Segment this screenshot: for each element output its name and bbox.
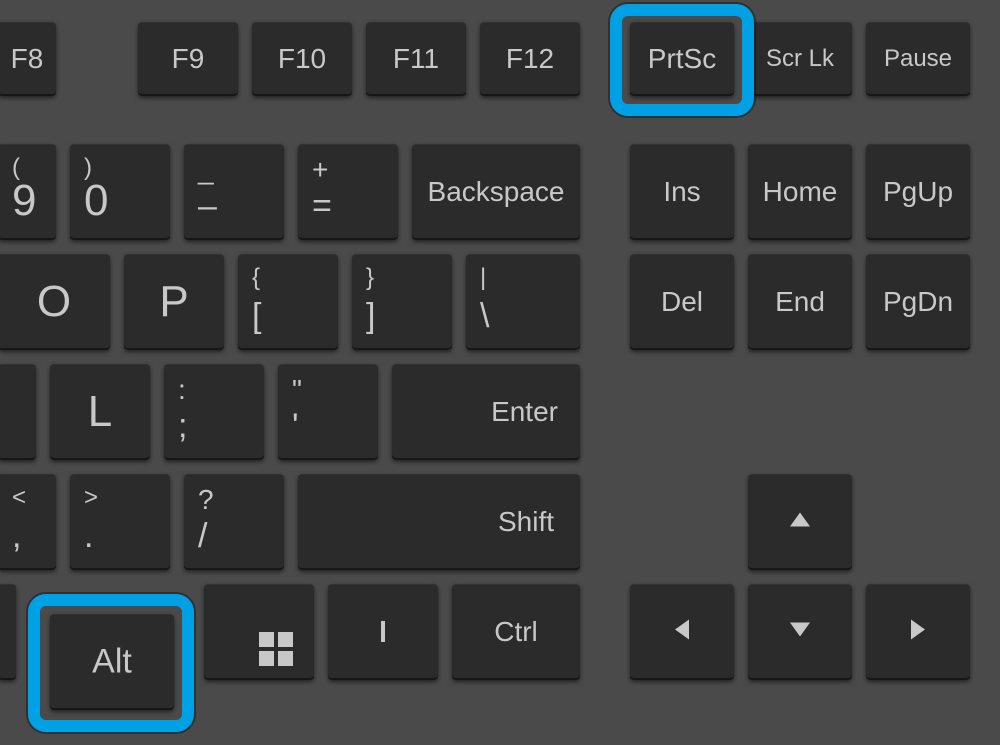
key-row4-partial[interactable] [0, 364, 36, 460]
key-l[interactable]: L [50, 364, 150, 460]
key-upper: + [312, 154, 328, 186]
key-label: Alt [92, 643, 132, 682]
arrow-right-icon [911, 620, 925, 645]
key-windows[interactable] [204, 584, 314, 680]
keyboard-fragment: F8 F9 F10 F11 F12 PrtSc Scr Lk Pause ( 9… [0, 0, 1000, 745]
key-slash[interactable]: ? / [184, 474, 284, 570]
key-label: PgDn [883, 286, 953, 318]
menu-icon [381, 623, 385, 641]
arrow-down-icon [790, 623, 810, 642]
key-upper: | [480, 264, 486, 292]
key-lower: 0 [84, 176, 108, 226]
key-left-bracket[interactable]: { [ [238, 254, 338, 350]
key-prtsc[interactable]: PrtSc [630, 22, 734, 96]
key-end[interactable]: End [748, 254, 852, 350]
key-f12[interactable]: F12 [480, 22, 580, 96]
key-arrow-up[interactable] [748, 474, 852, 570]
key-upper: ? [198, 484, 214, 516]
key-label: F10 [278, 43, 326, 75]
key-upper: > [84, 484, 98, 512]
key-label: F11 [393, 43, 439, 75]
arrow-left-icon [675, 620, 689, 645]
key-label: PgUp [883, 176, 953, 208]
key-arrow-left[interactable] [630, 584, 734, 680]
key-label: F12 [506, 43, 554, 75]
key-lower: = [312, 187, 332, 226]
key-label: F9 [172, 43, 205, 75]
key-scrlk[interactable]: Scr Lk [748, 22, 852, 96]
key-upper: < [12, 484, 26, 512]
key-lower: – [198, 187, 217, 226]
key-lower: / [198, 517, 207, 556]
key-semicolon[interactable]: : ; [164, 364, 264, 460]
key-alt[interactable]: Alt [50, 614, 174, 710]
arrow-up-icon [790, 513, 810, 532]
key-lower: ' [292, 407, 299, 446]
key-f11[interactable]: F11 [366, 22, 466, 96]
key-label: Home [763, 176, 838, 208]
key-o[interactable]: O [0, 254, 110, 350]
key-backspace[interactable]: Backspace [412, 144, 580, 240]
key-pause[interactable]: Pause [866, 22, 970, 96]
key-f9[interactable]: F9 [138, 22, 238, 96]
key-lower: . [84, 517, 93, 556]
key-period[interactable]: > . [70, 474, 170, 570]
key-lower: \ [480, 297, 489, 336]
key-lower: , [12, 517, 21, 556]
key-quote[interactable]: " ' [278, 364, 378, 460]
key-shift-right[interactable]: Shift [298, 474, 580, 570]
key-label: F8 [11, 43, 44, 75]
key-label: Ins [663, 176, 700, 208]
key-ins[interactable]: Ins [630, 144, 734, 240]
key-lower: ; [178, 407, 187, 446]
key-label: Backspace [428, 176, 565, 208]
key-upper: } [366, 264, 374, 292]
key-enter[interactable]: Enter [392, 364, 580, 460]
key-label: Pause [884, 45, 952, 73]
key-upper: { [252, 264, 260, 292]
key-backslash[interactable]: | \ [466, 254, 580, 350]
key-label: P [159, 277, 188, 327]
key-ctrl-right[interactable]: Ctrl [452, 584, 580, 680]
key-arrow-right[interactable] [866, 584, 970, 680]
key-label: Enter [491, 396, 558, 428]
key-pgdn[interactable]: PgDn [866, 254, 970, 350]
key-label: O [37, 277, 71, 327]
key-9[interactable]: ( 9 [0, 144, 56, 240]
key-comma[interactable]: < , [0, 474, 56, 570]
key-equals[interactable]: + = [298, 144, 398, 240]
key-label: L [88, 387, 112, 437]
key-home[interactable]: Home [748, 144, 852, 240]
key-label: End [775, 286, 825, 318]
key-lower: ] [366, 297, 375, 336]
key-upper: : [178, 374, 186, 406]
key-upper: " [292, 374, 302, 406]
key-del[interactable]: Del [630, 254, 734, 350]
key-label: Shift [498, 506, 554, 538]
key-minus[interactable]: _ – [184, 144, 284, 240]
key-upper: _ [198, 154, 214, 186]
key-f8[interactable]: F8 [0, 22, 56, 96]
key-arrow-down[interactable] [748, 584, 852, 680]
key-row6-partial[interactable] [0, 584, 16, 680]
key-pgup[interactable]: PgUp [866, 144, 970, 240]
key-f10[interactable]: F10 [252, 22, 352, 96]
key-0[interactable]: ) 0 [70, 144, 170, 240]
key-menu[interactable] [328, 584, 438, 680]
key-label: PrtSc [648, 43, 716, 75]
key-label: Scr Lk [766, 45, 834, 73]
key-lower: [ [252, 297, 261, 336]
key-right-bracket[interactable]: } ] [352, 254, 452, 350]
key-p[interactable]: P [124, 254, 224, 350]
key-lower: 9 [12, 176, 36, 226]
key-label: Ctrl [494, 616, 538, 648]
key-label: Del [661, 286, 703, 318]
